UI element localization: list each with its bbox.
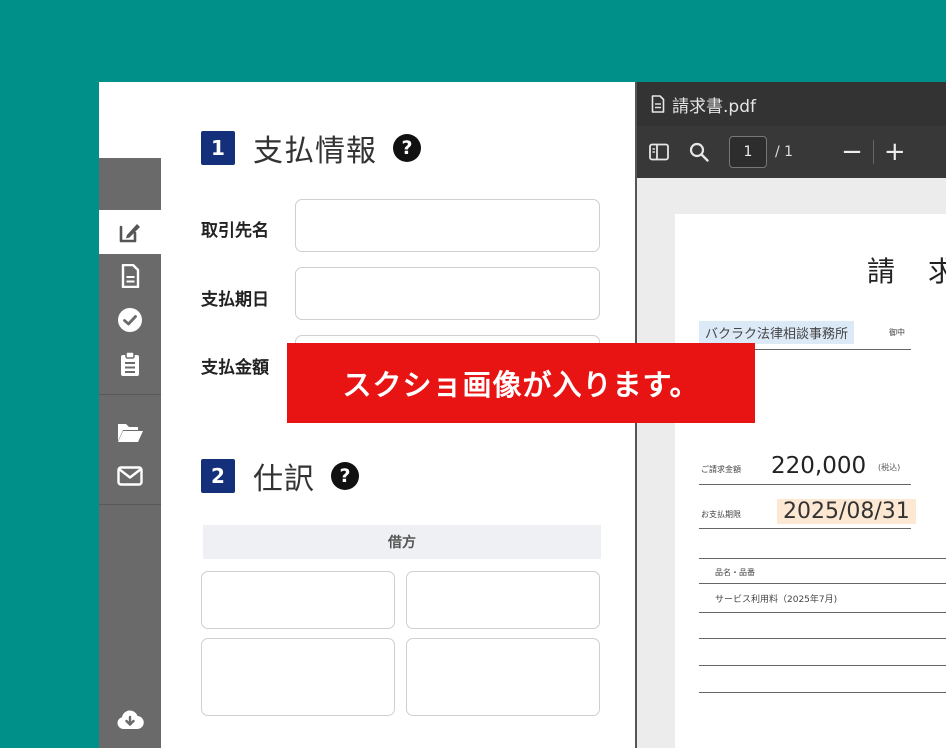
tax-note: (税込) [878, 463, 901, 472]
table-rule [699, 583, 946, 584]
help-icon[interactable]: ? [393, 134, 421, 162]
file-name: 請求書.pdf [672, 96, 756, 117]
field-label-amount: 支払金額 [201, 358, 269, 378]
section-number-badge: 1 [201, 131, 235, 165]
table-rule [699, 558, 946, 559]
document-title: 請 求 [867, 255, 946, 288]
folder-open-icon[interactable] [99, 410, 161, 454]
zoom-out-button[interactable]: − [841, 139, 863, 165]
viewer-titlebar: 請求書.pdf [637, 82, 946, 126]
pdf-page: 請 求 バクラク法律相談事務所 御中 ご請求金額 220,000 (税込) お支… [675, 214, 946, 748]
check-circle-icon[interactable] [99, 298, 161, 342]
table-rule [699, 638, 946, 639]
file-icon [651, 95, 665, 113]
section-title: 仕訳 [253, 462, 315, 497]
rule-line [699, 528, 911, 529]
search-icon[interactable] [689, 142, 709, 162]
screenshot-placeholder-banner: スクショ画像が入ります。 [287, 343, 755, 423]
table-rule [699, 612, 946, 613]
page-total: / 1 [775, 144, 794, 160]
edit-icon[interactable] [99, 210, 161, 254]
field-label-vendor: 取引先名 [201, 221, 269, 241]
invoice-amount: 220,000 [771, 453, 867, 479]
table-rule [699, 692, 946, 693]
viewer-toolbar: 1 / 1 − + [637, 126, 946, 178]
page-number-input[interactable]: 1 [729, 136, 767, 168]
sidebar-rail [99, 158, 161, 748]
cloud-download-icon[interactable] [99, 698, 161, 742]
debit-column-header: 借方 [203, 525, 601, 559]
clipboard-list-icon[interactable] [99, 342, 161, 386]
due-date: 2025/08/31 [777, 499, 916, 524]
section-number-badge: 2 [201, 459, 235, 493]
document-recipient: バクラク法律相談事務所 [699, 321, 855, 344]
journal-cell-input[interactable] [201, 638, 395, 716]
zoom-in-button[interactable]: + [884, 139, 906, 165]
due-label: お支払期限 [701, 510, 741, 519]
toolbar-divider [872, 140, 874, 164]
journal-cell-input[interactable] [201, 571, 395, 629]
rail-divider [99, 504, 161, 505]
envelope-icon[interactable] [99, 454, 161, 498]
document-icon[interactable] [99, 254, 161, 298]
vendor-name-input[interactable] [295, 199, 600, 252]
section-title: 支払情報 [253, 134, 377, 169]
table-item: サービス利用料（2025年7月) [715, 595, 838, 605]
help-icon[interactable]: ? [331, 462, 359, 490]
rule-line [699, 484, 911, 485]
rail-divider [99, 394, 161, 395]
section-header-journal: 2 仕訳 ? [201, 454, 359, 498]
field-label-due-date: 支払期日 [201, 290, 269, 310]
document-honorific: 御中 [889, 328, 905, 337]
journal-cell-input[interactable] [406, 638, 600, 716]
sidebar-toggle-icon[interactable] [649, 143, 669, 161]
table-rule [699, 665, 946, 666]
section-header-payment: 1 支払情報 ? [201, 126, 421, 170]
journal-cell-input[interactable] [406, 571, 600, 629]
amount-label: ご請求金額 [701, 465, 741, 474]
table-header: 品名・品番 [715, 568, 755, 577]
due-date-input[interactable] [295, 267, 600, 320]
